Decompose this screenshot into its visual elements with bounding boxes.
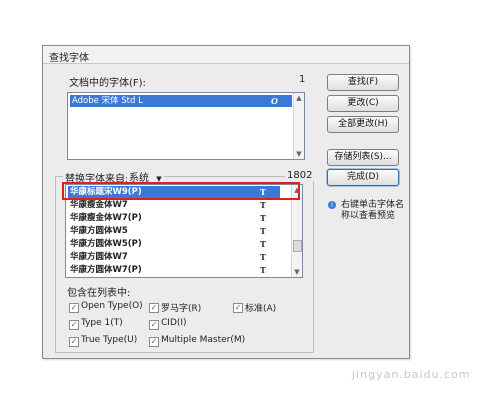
truetype-icon: T [260,252,266,262]
selection-highlight-box [62,182,300,200]
replace-font-item[interactable]: 华康瘦金体W7(P) T [68,212,280,224]
tip-line-1: 右键单击字体名 [341,200,405,210]
type1-label: Type 1(T) [81,318,123,328]
truetype-icon: T [260,265,266,275]
roman-checkbox[interactable]: ✓ [149,303,159,313]
cid-label: CID(I) [161,318,187,328]
cid-checkbox[interactable]: ✓ [149,320,159,330]
scroll-down-icon[interactable]: ▼ [293,268,301,276]
dialog-title: 查找字体 [49,53,89,64]
replace-font-item[interactable]: 华康瘦金体W7 T [68,199,280,211]
standard-label: 标准(A) [245,304,277,314]
replace-font-count: 1802 [285,170,315,181]
change-button[interactable]: 更改(C) [327,95,399,112]
change-all-button[interactable]: 全部更改(H) [327,116,399,133]
truetype-label: True Type(U) [81,335,138,345]
tip-text: 右键单击字体名 称以查看预览 [341,200,404,222]
doc-fonts-list[interactable]: Adobe 宋体 Std L O ▲ ▼ [67,92,305,160]
truetype-icon: T [260,239,266,249]
type1-checkbox[interactable]: ✓ [69,320,79,330]
watermark: jingyan.baidu.com [352,368,471,381]
doc-fonts-scrollbar[interactable]: ▲ ▼ [293,93,304,159]
multiple-master-label: Multiple Master(M) [161,335,246,345]
replace-font-item[interactable]: 华康方圆体W7 T [68,251,280,263]
truetype-icon: T [260,213,266,223]
doc-fonts-count: 1 [299,74,306,85]
truetype-icon: T [260,226,266,236]
standard-checkbox[interactable]: ✓ [233,303,243,313]
replace-font-item[interactable]: 华康方圆体W5 T [68,225,280,237]
multiple-master-checkbox[interactable]: ✓ [149,337,159,347]
replace-font-item[interactable]: 华康方圆体W7(P) T [68,264,280,276]
opentype-label: Open Type(O) [81,301,143,311]
truetype-icon: T [260,200,266,210]
opentype-checkbox[interactable]: ✓ [69,303,79,313]
save-list-button[interactable]: 存储列表(S)... [327,149,399,166]
truetype-checkbox[interactable]: ✓ [69,337,79,347]
find-font-dialog: 查找字体 文档中的字体(F): 1 Adobe 宋体 Std L O ▲ ▼ 查… [42,45,410,359]
scroll-down-icon[interactable]: ▼ [295,150,303,158]
find-button[interactable]: 查找(F) [327,74,399,91]
scroll-thumb[interactable] [293,240,302,252]
title-bar: 查找字体 [43,46,409,64]
include-label: 包含在列表中: [67,288,131,299]
replace-font-item[interactable]: 华康方圆体W5(P) T [68,238,280,250]
roman-label: 罗马字(R) [161,304,202,314]
doc-font-item[interactable]: Adobe 宋体 Std L O [70,95,292,107]
tip-line-2: 称以查看预览 [341,211,396,221]
doc-fonts-label: 文档中的字体(F): [69,78,146,89]
done-button[interactable]: 完成(D) [327,169,399,186]
scroll-up-icon[interactable]: ▲ [295,94,303,102]
info-icon: i [328,201,336,209]
opentype-icon: O [271,96,278,106]
doc-font-name: Adobe 宋体 Std L [72,96,143,106]
